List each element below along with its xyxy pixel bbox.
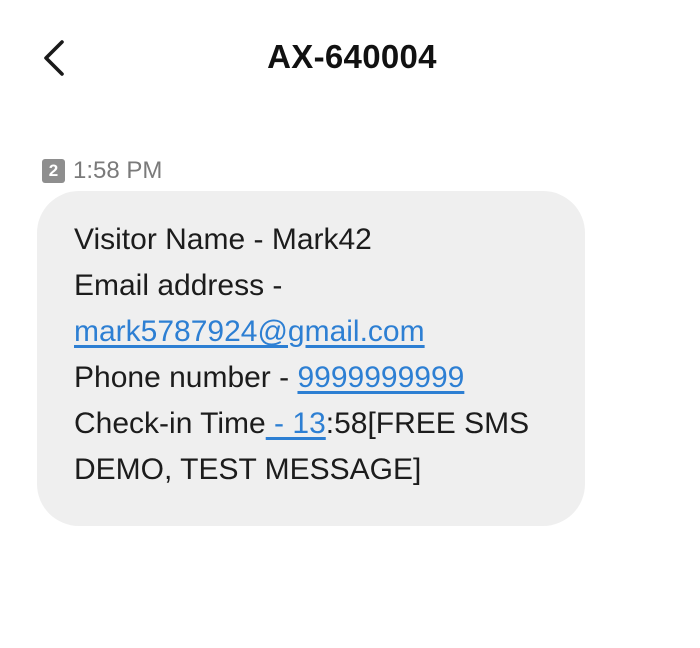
conversation-title: AX-640004 [267,38,437,75]
demo-line: DEMO, TEST MESSAGE] [74,447,555,493]
visitor-name-text: Visitor Name - Mark42 [74,223,372,256]
message-bubble[interactable]: Visitor Name - Mark42 Email address - ma… [37,191,585,526]
email-link-line: mark5787924@gmail.com [74,309,555,355]
checkin-line: Check-in Time - 13:58[FREE SMS [74,401,555,447]
email-label-line: Email address - [74,263,555,309]
email-label-text: Email address - [74,269,283,302]
email-link[interactable]: mark5787924@gmail.com [74,315,425,348]
message-timestamp: 1:58 PM [73,157,163,184]
visitor-name-line: Visitor Name - Mark42 [74,217,555,263]
sim-slot-badge: 2 [42,159,65,183]
phone-label-text: Phone number - [74,361,298,394]
app-header: AX-640004 [0,0,700,118]
checkin-label-text: Check-in Time [74,407,266,440]
checkin-rest-text: :58[FREE SMS [325,407,530,440]
phone-line: Phone number - 9999999999 [74,355,555,401]
message-meta: 2 1:58 PM [42,157,162,185]
demo-message-text: DEMO, TEST MESSAGE] [74,453,422,486]
checkin-time-link[interactable]: - 13 [266,407,326,440]
phone-link[interactable]: 9999999999 [297,361,464,394]
